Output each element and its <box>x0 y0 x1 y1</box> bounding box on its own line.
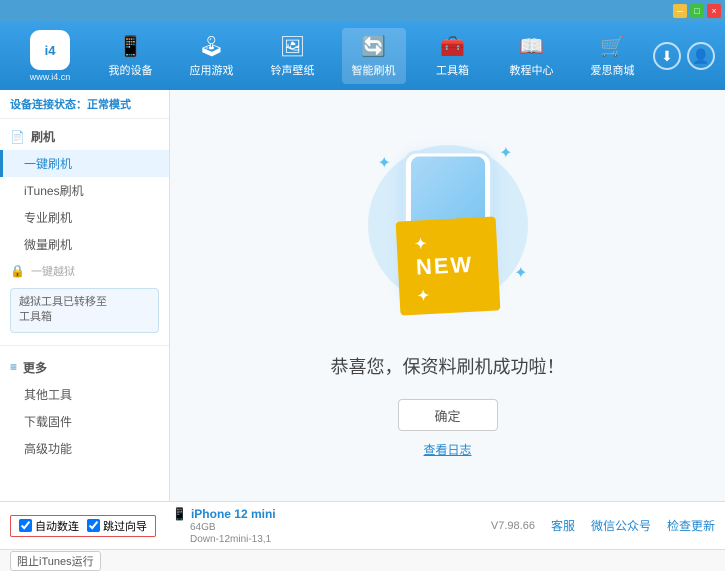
logo: i4 www.i4.cn <box>10 30 90 82</box>
tutorial-icon: 📖 <box>519 34 544 59</box>
nav-tutorial[interactable]: 📖 教程中心 <box>500 28 564 84</box>
ringtone-icon: 🖼 <box>280 34 305 59</box>
my-device-icon: 📱 <box>118 34 143 59</box>
nav-smart-flash-label: 智能刷机 <box>352 62 396 78</box>
sidebar-item-other-tools[interactable]: 其他工具 <box>0 381 169 408</box>
version-label: V7.98.66 <box>491 520 535 532</box>
maximize-button[interactable]: □ <box>690 4 704 18</box>
more-icon: ≡ <box>10 360 17 374</box>
store-icon: 🛒 <box>600 34 625 59</box>
sidebar-item-micro-flash[interactable]: 微量刷机 <box>0 231 169 258</box>
header-actions: ⬇ 👤 <box>653 42 715 70</box>
smart-flash-icon: 🔄 <box>361 34 386 59</box>
toolbox-icon: 🧰 <box>440 34 465 59</box>
more-section: ≡ 更多 其他工具 下载固件 高级功能 <box>0 350 169 466</box>
sidebar-item-one-click-flash[interactable]: 一键刷机 <box>0 150 169 177</box>
sidebar-divider <box>0 345 169 346</box>
jailbreak-label: 一键越狱 <box>31 263 75 279</box>
nav-app-game-label: 应用游戏 <box>190 62 234 78</box>
logo-icon: i4 <box>30 30 70 70</box>
status-label: 设备连接状态： <box>10 99 87 111</box>
sidebar-item-advanced[interactable]: 高级功能 <box>0 435 169 462</box>
success-illustration: ✦ ✦ ✦ NEW <box>348 133 548 333</box>
nav-tutorial-label: 教程中心 <box>510 62 554 78</box>
checkbox-group: 自动数连 跳过向导 <box>10 515 156 537</box>
download-button[interactable]: ⬇ <box>653 42 681 70</box>
close-button[interactable]: × <box>707 4 721 18</box>
header: i4 www.i4.cn 📱 我的设备 🕹 应用游戏 🖼 铃声壁纸 🔄 智能刷机… <box>0 22 725 90</box>
flash-section-header: 📄 刷机 <box>0 123 169 150</box>
footer: 自动数连 跳过向导 📱 iPhone 12 mini 64GB Down-12m… <box>0 501 725 549</box>
bottom-bar: 阻止iTunes运行 <box>0 549 725 571</box>
nav-toolbox[interactable]: 🧰 工具箱 <box>423 28 483 84</box>
lock-icon: 🔒 <box>10 264 25 278</box>
bottom-bar-left: 阻止iTunes运行 <box>10 551 715 571</box>
device-status-bar: 设备连接状态：正常模式 <box>0 90 169 119</box>
minimize-button[interactable]: ─ <box>673 4 687 18</box>
success-message: 恭喜您，保资料刷机成功啦！ <box>331 353 565 379</box>
sidebar-item-itunes-flash[interactable]: iTunes刷机 <box>0 177 169 204</box>
wechat-official-link[interactable]: 微信公众号 <box>591 517 651 534</box>
sidebar-item-download-fw[interactable]: 下载固件 <box>0 408 169 435</box>
check-update-link[interactable]: 检查更新 <box>667 517 715 534</box>
device-info: 📱 iPhone 12 mini 64GB Down-12mini-13,1 <box>172 507 276 545</box>
nav-toolbox-label: 工具箱 <box>436 62 469 78</box>
skip-wizard-label[interactable]: 跳过向导 <box>87 518 147 534</box>
more-section-header: ≡ 更多 <box>0 354 169 381</box>
titlebar: ─ □ × <box>0 0 725 22</box>
main-content: ✦ ✦ ✦ NEW 恭喜您，保资料刷机成功啦！ 确定 查看日志 <box>170 90 725 501</box>
app-game-icon: 🕹 <box>199 34 224 59</box>
customer-service-link[interactable]: 客服 <box>551 517 575 534</box>
sidebar-item-pro-flash[interactable]: 专业刷机 <box>0 204 169 231</box>
device-model: Down-12mini-13,1 <box>172 534 276 545</box>
nav-ringtone-label: 铃声壁纸 <box>271 62 315 78</box>
nav-my-device-label: 我的设备 <box>109 62 153 78</box>
flash-section-icon: 📄 <box>10 130 25 144</box>
skip-wizard-checkbox[interactable] <box>87 519 100 532</box>
main-nav: 📱 我的设备 🕹 应用游戏 🖼 铃声壁纸 🔄 智能刷机 🧰 工具箱 📖 教程中心… <box>90 22 653 90</box>
nav-store-label: 爱思商城 <box>591 62 635 78</box>
sidebar: 设备连接状态：正常模式 📄 刷机 一键刷机 iTunes刷机 专业刷机 微量刷机… <box>0 90 170 501</box>
more-section-label: 更多 <box>23 359 47 376</box>
auto-connect-label[interactable]: 自动数连 <box>19 518 79 534</box>
jailbreak-note: 越狱工具已转移至工具箱 <box>10 288 159 333</box>
device-name: iPhone 12 mini <box>191 507 276 521</box>
nav-app-game[interactable]: 🕹 应用游戏 <box>180 28 244 84</box>
jailbreak-section-header: 🔒 一键越狱 <box>0 258 169 284</box>
new-badge: NEW <box>395 216 500 315</box>
auto-connect-checkbox[interactable] <box>19 519 32 532</box>
status-value: 正常模式 <box>87 99 131 111</box>
sparkle-2: ✦ <box>499 143 512 163</box>
confirm-button[interactable]: 确定 <box>398 399 498 431</box>
nav-my-device[interactable]: 📱 我的设备 <box>99 28 163 84</box>
flash-section-label: 刷机 <box>31 128 55 145</box>
main-area: 设备连接状态：正常模式 📄 刷机 一键刷机 iTunes刷机 专业刷机 微量刷机… <box>0 90 725 501</box>
nav-smart-flash[interactable]: 🔄 智能刷机 <box>342 28 406 84</box>
user-button[interactable]: 👤 <box>687 42 715 70</box>
flash-section: 📄 刷机 一键刷机 iTunes刷机 专业刷机 微量刷机 🔒 一键越狱 越狱工具… <box>0 119 169 341</box>
device-storage: 64GB <box>172 522 276 533</box>
nav-store[interactable]: 🛒 爱思商城 <box>581 28 645 84</box>
logo-char: i4 <box>45 43 56 58</box>
daily-link[interactable]: 查看日志 <box>423 441 471 458</box>
sparkle-3: ✦ <box>514 263 527 283</box>
phone-icon-footer: 📱 <box>172 507 187 521</box>
stop-itunes-button[interactable]: 阻止iTunes运行 <box>10 551 101 571</box>
logo-url: www.i4.cn <box>30 72 71 82</box>
sparkle-1: ✦ <box>378 153 391 173</box>
nav-ringtone[interactable]: 🖼 铃声壁纸 <box>261 28 325 84</box>
